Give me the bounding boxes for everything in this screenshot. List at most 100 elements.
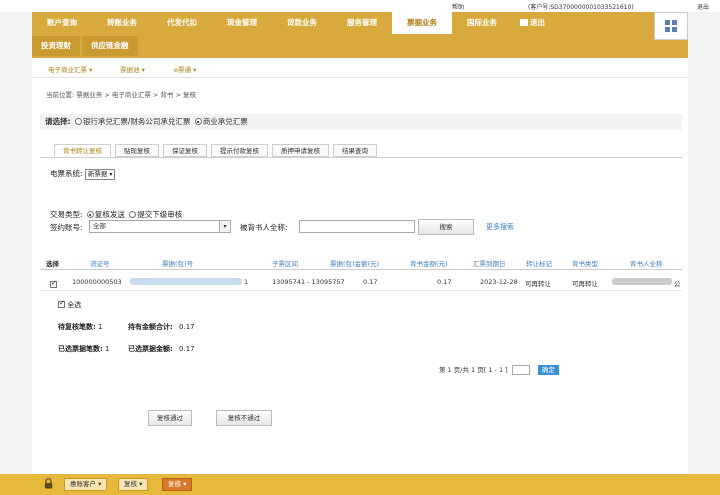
pending-count: 1 (98, 323, 103, 331)
cell-due-date: 2023-12-28 (480, 278, 518, 286)
pagination: 第 1 页/共 1 页[ 1 - 1 ] 确定 (439, 364, 559, 375)
chevron-down-icon: ▾ (219, 221, 230, 232)
col-due-date: 汇票到期日 (473, 260, 506, 268)
radio-submit-lower-label: 提交下级审核 (137, 210, 183, 219)
radio-commercial-acceptance-label: 商业承兑汇票 (202, 117, 248, 126)
endorsee-input[interactable] (299, 220, 415, 233)
subnav-bill-pool[interactable]: 票据池 ▾ (120, 64, 145, 74)
breadcrumb: 当前位置: 票据业务 > 电子商业汇票 > 背书 > 复核 (46, 91, 196, 99)
nav-item-international[interactable]: 国际业务 (452, 12, 512, 34)
account-select[interactable]: 全部 ▾ (89, 220, 231, 233)
col-endorser: 背书人全称 (630, 260, 663, 268)
secondary-nav: 投资理财 供应链金融 (32, 36, 140, 56)
cell-serial: 100000000503 (72, 278, 122, 286)
holding-total-label: 持有金额合计: (128, 323, 173, 331)
col-select: 选择 (46, 260, 59, 268)
radio-commercial-acceptance[interactable] (194, 118, 202, 125)
nav-item-supply-chain[interactable]: 供应链金融 (82, 36, 138, 56)
radio-submit-lower[interactable] (129, 211, 137, 218)
nav-item-loan[interactable]: 贷款业务 (272, 12, 332, 34)
selected-summary: 已选票据笔数: 1 (58, 344, 110, 354)
select-all-checkbox[interactable] (58, 299, 65, 308)
radio-review-send[interactable] (86, 211, 94, 218)
bottom-item-customer[interactable]: 惠账客户 ▾ (64, 478, 108, 491)
tab-pledge-review[interactable]: 质押申请复核 (272, 144, 329, 157)
nav-item-transfer[interactable]: 转账业务 (92, 12, 152, 34)
system-label: 电票系统: (50, 169, 83, 178)
trade-type-label: 交易类型: (50, 210, 83, 219)
nav-item-account[interactable]: 账户查询 (32, 12, 92, 34)
bill-type-selector: 请选择: 银行承兑汇票/财务公司承兑汇票 商业承兑汇票 (40, 114, 682, 130)
cell-bill-amount: 0.17 (363, 278, 378, 286)
nav-item-cash[interactable]: 现金管理 (212, 12, 272, 34)
holding-total: 0.17 (179, 323, 195, 331)
lock-icon[interactable] (44, 478, 53, 491)
col-bill-no: 票据(包)号 (162, 260, 194, 268)
help-link[interactable]: 帮助 (452, 2, 464, 11)
main-nav: 账户查询 转账业务 代发代扣 现金管理 贷款业务 服务管理 票据业务 国际业务 … (32, 12, 545, 34)
tab-endorse-review[interactable]: 背书转让复核 (54, 144, 111, 157)
nav-item-investment[interactable]: 投资理财 (32, 36, 80, 56)
tab-payment-review[interactable]: 提示付款复核 (211, 144, 268, 157)
system-row: 电票系统: 新票据 ▾ (50, 168, 116, 180)
cell-sub-range: 13095741 - 13095757 (272, 278, 345, 286)
cell-bill-no-tail: 1 (244, 278, 249, 286)
advanced-search-link[interactable]: 更多搜索 (486, 222, 514, 232)
selected-amount: 0.17 (179, 345, 195, 353)
page-go-button[interactable]: 确定 (537, 365, 559, 375)
pending-summary: 待复核笔数: 1 (58, 322, 103, 332)
system-select-value: 新票据 (87, 169, 108, 178)
tab-guarantee-review[interactable]: 保证复核 (163, 144, 207, 157)
trade-type-row: 交易类型: 复核发送 提交下级审核 (50, 209, 182, 220)
chevron-down-icon: ▾ (109, 170, 113, 178)
subnav-e-bill[interactable]: e票通 ▾ (174, 64, 196, 74)
nav-item-service[interactable]: 服务管理 (332, 12, 392, 34)
cell-bill-no-redacted (130, 278, 242, 285)
table-header: 选择 流证号 票据(包)号 子票区间 票据(包)金额(元) 背书金额(元) 汇票… (40, 256, 682, 270)
select-all-label: 全选 (67, 301, 82, 309)
customer-info: (客户号:SD3700000001033521610) (528, 4, 634, 11)
col-bill-amount: 票据(包)金额(元) (330, 260, 380, 268)
radio-bank-acceptance[interactable] (74, 118, 82, 125)
exit-link[interactable]: 退出 (697, 2, 709, 11)
holding-summary: 持有金额合计: 0.17 (128, 322, 195, 332)
selected-amount-label: 已选票据金额: (128, 345, 173, 353)
account-label: 签约账号: (50, 223, 83, 232)
selected-count-label: 已选票据笔数: (58, 345, 103, 353)
cell-endorser-redacted (612, 278, 672, 285)
page-info: 第 1 页/共 1 页[ 1 - 1 ] (439, 366, 508, 374)
bottom-item-review[interactable]: 复核 ▾ (118, 478, 149, 491)
logout-button[interactable]: 退出 (512, 12, 545, 34)
search-button[interactable]: 搜索 (418, 219, 474, 235)
select-all-row: 全选 (58, 299, 82, 310)
page-input[interactable] (511, 365, 530, 375)
tab-result-query[interactable]: 结果查询 (333, 144, 377, 157)
row-checkbox[interactable] (50, 279, 57, 288)
bottom-item-review-active[interactable]: 复核 ▾ (162, 478, 193, 491)
col-transfer-flag: 转让标记 (526, 260, 552, 268)
cell-transfer-flag: 可再转让 (525, 280, 551, 288)
cell-endorse-type: 可再转让 (572, 280, 598, 288)
radio-bank-acceptance-label: 银行承兑汇票/财务公司承兑汇票 (82, 117, 191, 126)
account-select-value: 全部 (93, 222, 106, 230)
bottom-bar: 惠账客户 ▾ 复核 ▾ 复核 ▾ (0, 474, 720, 495)
cell-endorser-tail: 公 (674, 280, 681, 288)
logout-icon (520, 19, 528, 26)
radio-review-send-label: 复核发送 (94, 210, 125, 219)
col-serial: 流证号 (90, 260, 110, 268)
cell-endorse-amount: 0.17 (437, 278, 452, 286)
table-row[interactable]: 100000000503 1 13095741 - 13095757 0.17 … (40, 275, 682, 291)
content-panel: 当前位置: 票据业务 > 电子商业汇票 > 背书 > 复核 请选择: 银行承兑汇… (32, 78, 688, 470)
tab-discount-review[interactable]: 贴现复核 (115, 144, 159, 157)
subnav-ecds[interactable]: 电子商业汇票 ▾ (48, 64, 92, 74)
top-strip: 帮助 (客户号:SD3700000001033521610) 退出 (0, 0, 720, 12)
nav-item-payroll[interactable]: 代发代扣 (152, 12, 212, 34)
grid-icon (665, 20, 677, 32)
approve-button[interactable]: 复核通过 (148, 410, 192, 426)
nav-item-bills[interactable]: 票据业务 (392, 12, 452, 34)
system-select[interactable]: 新票据 ▾ (84, 168, 116, 180)
pending-count-label: 待复核笔数: (58, 323, 96, 331)
col-endorse-amount: 背书金额(元) (410, 260, 448, 268)
reject-button[interactable]: 复核不通过 (216, 410, 272, 426)
app-grid-button[interactable] (654, 12, 688, 40)
